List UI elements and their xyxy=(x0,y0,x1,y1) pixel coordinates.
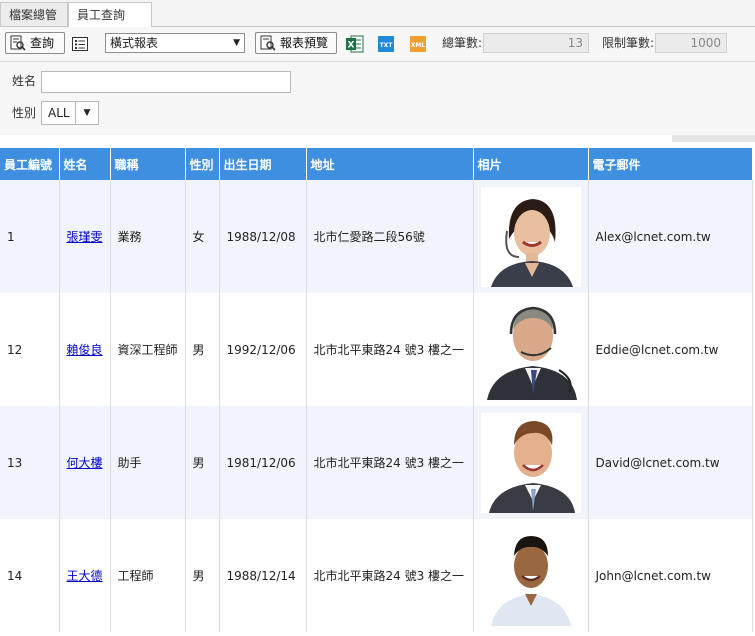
table-row[interactable]: 14 王大德 工程師 男 1988/12/14 北市北平東路24 號3 樓之一 … xyxy=(0,519,753,632)
cell-birth: 1988/12/14 xyxy=(219,519,307,632)
report-type-value: 橫式報表 xyxy=(110,36,159,50)
cell-photo xyxy=(473,293,589,406)
employee-photo-male-2 xyxy=(480,525,581,626)
employee-table: 員工編號 姓名 職稱 性別 出生日期 地址 相片 電子郵件 1 張瑾雯 業務 女… xyxy=(0,148,753,632)
svg-text:XML: XML xyxy=(411,42,426,49)
cell-email: Eddie@lcnet.com.tw xyxy=(588,293,753,406)
employee-photo-headset xyxy=(480,299,581,400)
cell-email: Alex@lcnet.com.tw xyxy=(588,180,753,293)
column-header-address[interactable]: 地址 xyxy=(306,148,474,180)
table-row[interactable]: 1 張瑾雯 業務 女 1988/12/08 北市仁愛路二段56號 Alex@lc… xyxy=(0,180,753,293)
cell-id: 13 xyxy=(0,406,60,519)
cell-birth: 1981/12/06 xyxy=(219,406,307,519)
tab-label: 檔案總管 xyxy=(9,8,58,22)
employee-name-link[interactable]: 王大德 xyxy=(67,569,103,583)
column-header-title[interactable]: 職稱 xyxy=(110,148,186,180)
cell-birth: 1992/12/06 xyxy=(219,293,307,406)
name-filter-label: 姓名 xyxy=(12,74,37,88)
column-header-photo[interactable]: 相片 xyxy=(473,148,589,180)
cell-name: 賴俊良 xyxy=(59,293,111,406)
svg-text:TXT: TXT xyxy=(380,42,394,49)
cell-title: 助手 xyxy=(110,406,186,519)
cell-address: 北市仁愛路二段56號 xyxy=(306,180,474,293)
cell-photo xyxy=(473,519,589,632)
gender-filter-select[interactable]: ALL ▼ xyxy=(41,101,99,125)
column-header-gender[interactable]: 性別 xyxy=(185,148,220,180)
cell-email: David@lcnet.com.tw xyxy=(588,406,753,519)
search-report-icon xyxy=(10,35,26,51)
employee-name-link[interactable]: 賴俊良 xyxy=(67,343,103,357)
total-count-value: 13 xyxy=(483,33,589,53)
tab-employee-query[interactable]: 員工查詢 ✖ xyxy=(68,2,152,46)
limit-count-label: 限制筆數: xyxy=(602,36,655,50)
query-button-label: 查詢 xyxy=(30,36,55,50)
column-header-name[interactable]: 姓名 xyxy=(59,148,111,180)
cell-gender: 男 xyxy=(185,406,220,519)
horizontal-scrollbar[interactable] xyxy=(672,135,755,142)
cell-title: 資深工程師 xyxy=(110,293,186,406)
tab-label: 員工查詢 xyxy=(77,8,126,22)
cell-title: 業務 xyxy=(110,180,186,293)
cell-gender: 男 xyxy=(185,293,220,406)
cell-gender: 女 xyxy=(185,180,220,293)
cell-gender: 男 xyxy=(185,519,220,632)
cell-title: 工程師 xyxy=(110,519,186,632)
cell-email: John@lcnet.com.tw xyxy=(588,519,753,632)
report-preview-button[interactable]: 報表預覽 xyxy=(255,32,337,54)
report-type-select[interactable]: 橫式報表 ▼ xyxy=(105,33,245,53)
chevron-down-icon[interactable]: ▼ xyxy=(75,102,98,124)
limit-count-value: 1000 xyxy=(655,33,727,53)
cell-address: 北市北平東路24 號3 樓之一 xyxy=(306,406,474,519)
name-filter-input[interactable] xyxy=(41,71,291,93)
toolbar: 查詢 橫式報表 ▼ 報表預覽 X TXT XML 總筆數: 13 限制筆數: 1… xyxy=(0,27,755,62)
cell-address: 北市北平東路24 號3 樓之一 xyxy=(306,519,474,632)
cell-id: 1 xyxy=(0,180,60,293)
cell-address: 北市北平東路24 號3 樓之一 xyxy=(306,293,474,406)
total-count-label: 總筆數: xyxy=(442,36,483,50)
chevron-down-icon: ▼ xyxy=(233,38,240,48)
cell-name: 王大德 xyxy=(59,519,111,632)
cell-name: 何大樓 xyxy=(59,406,111,519)
tab-file-explorer[interactable]: 檔案總管 xyxy=(0,2,68,26)
gender-filter-label: 性別 xyxy=(12,106,37,120)
column-header-birth[interactable]: 出生日期 xyxy=(219,148,307,180)
query-button[interactable]: 查詢 xyxy=(5,32,65,54)
excel-icon[interactable]: X xyxy=(346,35,364,53)
cell-birth: 1988/12/08 xyxy=(219,180,307,293)
tab-bar: 檔案總管 員工查詢 ✖ xyxy=(0,0,755,46)
table-row[interactable]: 13 何大樓 助手 男 1981/12/06 北市北平東路24 號3 樓之一 D… xyxy=(0,406,753,519)
table-row[interactable]: 12 賴俊良 資深工程師 男 1992/12/06 北市北平東路24 號3 樓之… xyxy=(0,293,753,406)
gender-filter-value: ALL xyxy=(48,106,70,120)
column-header-email[interactable]: 電子郵件 xyxy=(588,148,753,180)
cell-photo xyxy=(473,180,589,293)
cell-photo xyxy=(473,406,589,519)
report-preview-label: 報表預覽 xyxy=(280,36,329,50)
xml-icon[interactable]: XML xyxy=(409,35,427,53)
cell-id: 12 xyxy=(0,293,60,406)
cell-name: 張瑾雯 xyxy=(59,180,111,293)
filter-panel: 姓名 性別 ALL ▼ xyxy=(0,62,755,135)
svg-text:X: X xyxy=(348,41,355,51)
employee-name-link[interactable]: 何大樓 xyxy=(67,456,103,470)
employee-photo-female xyxy=(480,186,581,287)
column-header-id[interactable]: 員工編號 xyxy=(0,148,60,180)
txt-icon[interactable]: TXT xyxy=(377,35,395,53)
employee-photo-male xyxy=(480,412,581,513)
list-icon[interactable] xyxy=(71,35,89,53)
preview-icon xyxy=(260,35,276,51)
cell-id: 14 xyxy=(0,519,60,632)
table-header-row: 員工編號 姓名 職稱 性別 出生日期 地址 相片 電子郵件 xyxy=(0,148,753,180)
employee-name-link[interactable]: 張瑾雯 xyxy=(67,230,103,244)
